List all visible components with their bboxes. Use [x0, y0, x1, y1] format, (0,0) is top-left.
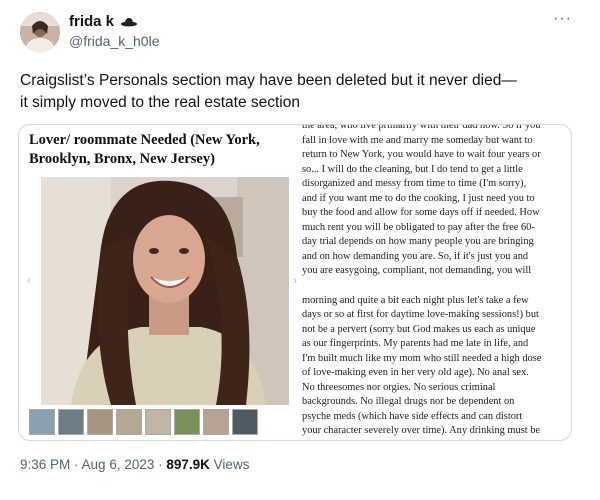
thumbnail[interactable]: [116, 409, 142, 435]
thumbnail[interactable]: [145, 409, 171, 435]
views-count: 897.9K: [166, 457, 210, 472]
listing-body-line: and if you want me to do the cooking, I …: [302, 192, 535, 204]
listing-photo: [41, 177, 289, 405]
listing-body-line: [302, 279, 570, 294]
more-options-icon[interactable]: ···: [553, 10, 572, 28]
listing-body-line: morning and quite a bit each night plus …: [302, 294, 529, 306]
listing-body-line: not be a pervert (sorry but God makes us…: [302, 323, 536, 335]
listing-body-line: backgrounds. No illegal drugs nor be dep…: [302, 396, 515, 408]
listing-body-line: much rent you will be obligated to pay a…: [302, 221, 535, 233]
listing-body-line: you are easygoing, compliant, not demand…: [302, 265, 532, 277]
thumbnail[interactable]: [174, 409, 200, 435]
listing-body-line: I'm built much like my mom who still nee…: [302, 352, 542, 364]
listing-body-line: return to New York, you would have to wa…: [302, 149, 541, 161]
listing-title: Lover/ roommate Needed (New York, Brookl…: [29, 132, 260, 167]
listing-body-line: of love-making even in her very old age)…: [302, 367, 529, 379]
author-name[interactable]: frida k: [69, 13, 138, 31]
listing-description: the area, who live primarily with their …: [302, 124, 570, 440]
media-image[interactable]: Lover/ roommate Needed (New York, Brookl…: [18, 124, 572, 441]
listing-body-line: disorganized and messy from time to time…: [302, 178, 527, 190]
listing-body-line: day trial depends on how many people you…: [302, 236, 534, 248]
thumbnail[interactable]: [87, 409, 113, 435]
views-label: Views: [209, 457, 250, 472]
listing-left-panel: Lover/ roommate Needed (New York, Brookl…: [19, 125, 303, 440]
listing-body-line: psyche meds (which have side effects and…: [302, 410, 523, 422]
thumbnail[interactable]: [58, 409, 84, 435]
listing-body-line: buy the food and allow for some days off…: [302, 207, 540, 219]
hat-emoji-icon: [121, 14, 138, 31]
chevron-right-icon: ›: [293, 273, 297, 287]
tweet: frida k @frida_k_h0le ··· Craigslist’s P…: [0, 0, 600, 500]
thumbnail[interactable]: [203, 409, 229, 435]
thumbnail[interactable]: [29, 409, 55, 435]
thumbnail[interactable]: [232, 409, 258, 435]
avatar[interactable]: [20, 12, 60, 52]
avatar-image: [20, 12, 60, 52]
listing-body-line: as our fingerprints. My parents had me l…: [302, 338, 529, 350]
listing-body-line: so... I will do the cleaning, but I do t…: [302, 163, 523, 175]
listing-body-line: the area, who live primarily with their …: [302, 124, 541, 131]
listing-body: the area, who live primarily with their …: [302, 124, 570, 440]
listing-body-line: No threesomes nor orgies. No serious cri…: [302, 381, 496, 393]
listing-body-line: your character severely over time). Any …: [302, 425, 541, 437]
thumbnail-strip: [29, 409, 258, 435]
author-handle[interactable]: @frida_k_h0le: [69, 33, 160, 49]
chevron-left-icon: ‹: [27, 273, 31, 287]
tweet-text-line: it simply moved to the real estate secti…: [20, 94, 300, 111]
tweet-time[interactable]: 9:36 PM: [20, 457, 70, 472]
tweet-date[interactable]: Aug 6, 2023: [82, 457, 155, 472]
listing-body-line: days or so at first for daytime love-mak…: [302, 309, 539, 321]
listing-body-line: in moderation and not to the point of be…: [302, 439, 570, 440]
listing-body-line: and on how demanding you are. So, if it'…: [302, 250, 529, 262]
tweet-meta: 9:36 PM · Aug 6, 2023 · 897.9K Views: [20, 457, 250, 472]
tweet-text: Craigslist’s Personals section may have …: [20, 70, 580, 114]
tweet-text-line: Craigslist’s Personals section may have …: [20, 72, 517, 89]
listing-body-line: fall in love with me and marry me someda…: [302, 134, 533, 146]
